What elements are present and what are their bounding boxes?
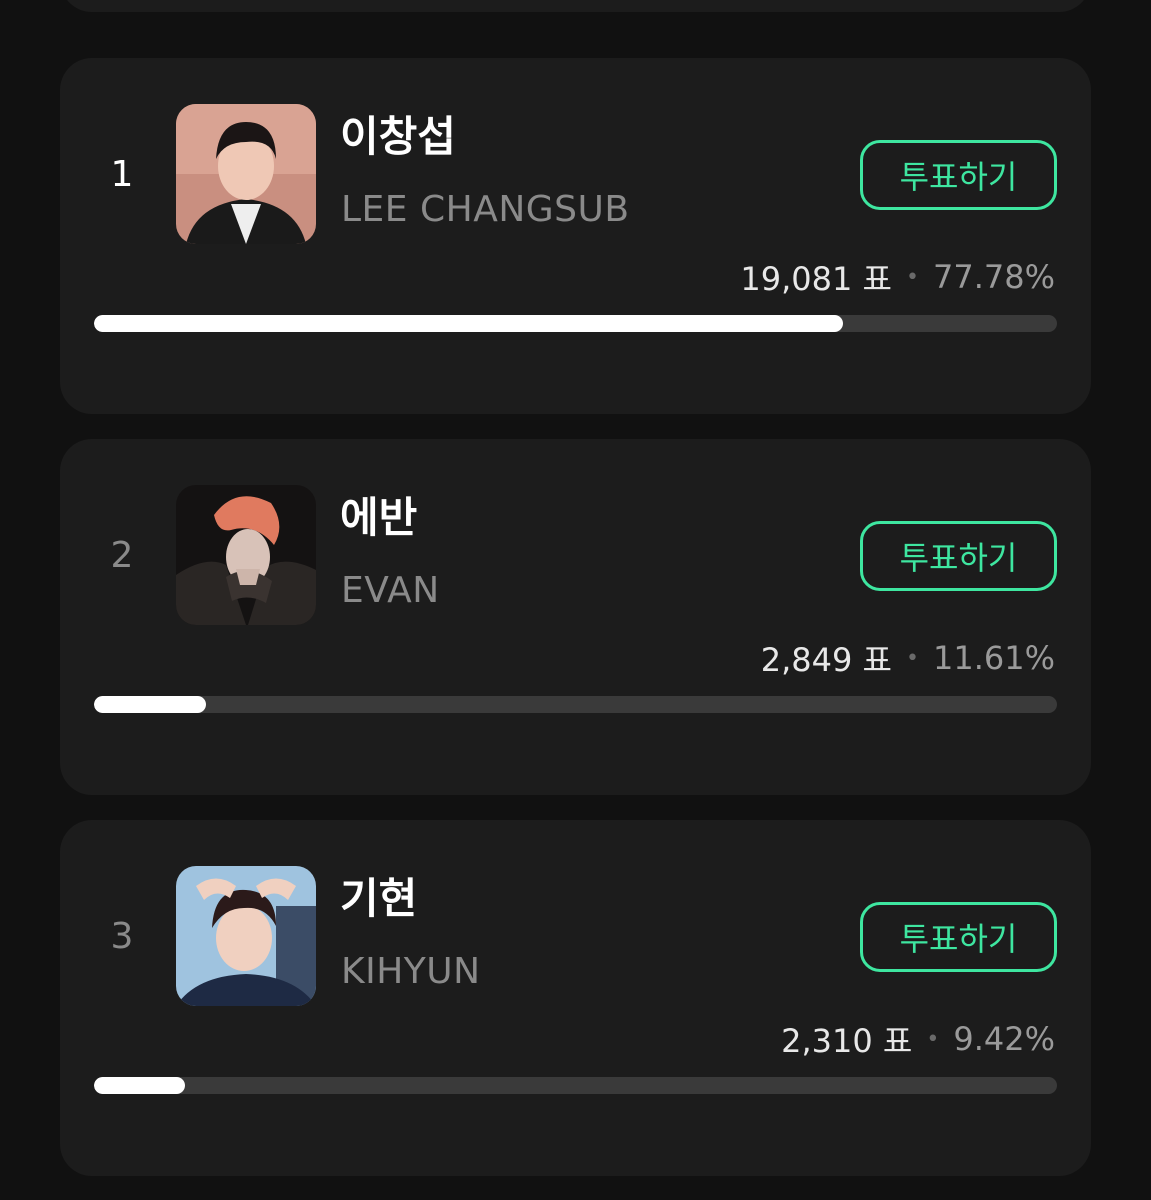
- vote-button[interactable]: 투표하기: [860, 140, 1057, 210]
- vote-percentage: 77.78%: [932, 258, 1055, 296]
- candidate-name-korean: 에반: [340, 493, 418, 542]
- vote-stats: 2,849 표 • 11.61%: [761, 635, 1055, 681]
- vote-count: 2,849 표: [760, 641, 892, 679]
- vote-count: 19,081 표: [740, 260, 892, 298]
- candidate-card: 2 에반 EVAN 투표하기 2,849 표 • 11.61%: [60, 439, 1091, 795]
- candidate-card: 3 기현 KIHYUN 투표하기 2,310 표 • 9.42%: [60, 820, 1091, 1176]
- vote-progress-fill: [94, 1077, 185, 1094]
- vote-stats: 19,081 표 • 77.78%: [740, 254, 1055, 300]
- vote-percentage: 9.42%: [953, 1020, 1055, 1058]
- vote-progress-track: [94, 1077, 1057, 1094]
- previous-card-edge: [60, 0, 1091, 12]
- rank-number: 2: [110, 535, 134, 576]
- rank-number: 3: [110, 916, 134, 957]
- separator-dot: •: [906, 645, 919, 671]
- vote-progress-track: [94, 315, 1057, 332]
- vote-stats: 2,310 표 • 9.42%: [781, 1016, 1055, 1062]
- separator-dot: •: [906, 264, 919, 290]
- vote-button[interactable]: 투표하기: [860, 902, 1057, 972]
- vote-percentage: 11.61%: [932, 639, 1055, 677]
- candidate-name-korean: 이창섭: [340, 112, 456, 161]
- candidate-name-english: LEE CHANGSUB: [341, 189, 630, 230]
- candidate-name-english: KIHYUN: [341, 951, 481, 992]
- vote-progress-track: [94, 696, 1057, 713]
- candidate-photo: [176, 485, 316, 625]
- vote-ranking-page: 1 이창섭 LEE CHANGSUB 투표하기 19,081 표 • 77.78…: [0, 0, 1151, 1200]
- vote-button[interactable]: 투표하기: [860, 521, 1057, 591]
- candidate-photo: [176, 866, 316, 1006]
- candidate-name-english: EVAN: [341, 570, 440, 611]
- candidate-photo: [176, 104, 316, 244]
- candidate-name-korean: 기현: [340, 874, 418, 923]
- vote-count: 2,310 표: [781, 1022, 913, 1060]
- vote-progress-fill: [94, 315, 844, 332]
- separator-dot: •: [926, 1026, 940, 1052]
- vote-progress-fill: [94, 696, 206, 713]
- rank-number: 1: [110, 154, 134, 195]
- candidate-card: 1 이창섭 LEE CHANGSUB 투표하기 19,081 표 • 77.78…: [60, 58, 1091, 414]
